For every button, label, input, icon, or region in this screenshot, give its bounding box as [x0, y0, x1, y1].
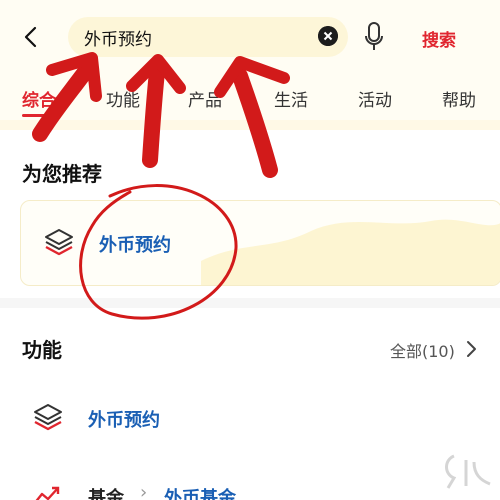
- layers-icon: [45, 229, 73, 256]
- back-arrow-icon[interactable]: [20, 26, 42, 48]
- function-item-label[interactable]: 外币预约: [88, 406, 160, 432]
- tab-functions[interactable]: 功能: [106, 86, 140, 111]
- recommend-item-label: 外币预约: [99, 235, 171, 256]
- search-input[interactable]: 外币预约: [68, 17, 348, 57]
- partial-item-label: 外币基金: [164, 488, 236, 500]
- partial-item-separator: ›: [140, 482, 148, 500]
- watermark-logo: [445, 454, 491, 489]
- tab-band: [0, 120, 500, 130]
- microphone-icon[interactable]: [364, 22, 384, 52]
- layers-icon: [34, 404, 62, 431]
- chevron-right-icon[interactable]: [464, 340, 478, 358]
- search-button[interactable]: 搜索: [422, 26, 456, 51]
- tab-activities[interactable]: 活动: [358, 86, 392, 111]
- chart-trend-icon: [35, 486, 60, 500]
- clear-icon[interactable]: [318, 26, 338, 46]
- recommend-section-title: 为您推荐: [22, 162, 102, 186]
- tab-life[interactable]: 生活: [274, 86, 308, 111]
- tab-help[interactable]: 帮助: [442, 86, 476, 111]
- partial-item-category: 基金: [88, 488, 124, 500]
- search-input-value: 外币预约: [84, 30, 152, 50]
- card-background-decoration: [201, 219, 500, 285]
- view-all-link[interactable]: 全部(10): [390, 338, 455, 362]
- category-tabs: 综合 功能 产品 生活 活动 帮助: [0, 76, 500, 120]
- section-divider: [0, 298, 500, 308]
- recommend-card[interactable]: 外币预约: [20, 200, 500, 286]
- functions-section-title: 功能: [22, 338, 62, 362]
- tab-comprehensive[interactable]: 综合: [22, 86, 56, 111]
- top-bar: 外币预约 搜索: [0, 0, 500, 76]
- active-tab-indicator: [22, 114, 52, 117]
- tab-products[interactable]: 产品: [188, 86, 222, 111]
- function-item-partial[interactable]: 基金 › 外币基金: [0, 478, 500, 500]
